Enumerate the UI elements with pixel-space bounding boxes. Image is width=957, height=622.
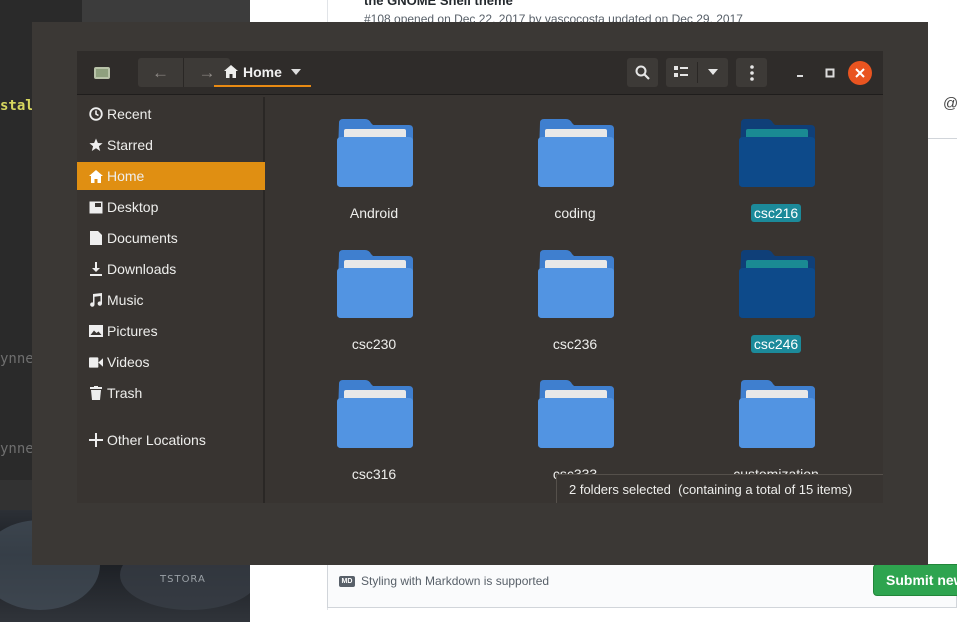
- sidebar-item-music[interactable]: Music: [77, 286, 265, 314]
- folder-icon: [739, 119, 815, 187]
- menu-button[interactable]: [736, 58, 767, 87]
- sidebar-item-label: Pictures: [107, 323, 158, 339]
- video-icon: [89, 355, 103, 369]
- sidebar-item-home[interactable]: Home: [77, 162, 265, 190]
- comment-footer: MD Styling with Markdown is supported Su…: [327, 564, 957, 608]
- issue-title[interactable]: the GNOME Shell theme: [364, 0, 513, 8]
- folder-item-coding[interactable]: coding: [505, 97, 645, 221]
- sidebar-item-starred[interactable]: Starred: [77, 131, 265, 159]
- sidebar-item-label: Videos: [107, 354, 150, 370]
- document-icon: [89, 231, 103, 245]
- close-button[interactable]: [848, 61, 872, 85]
- folder-item-csc230[interactable]: csc230: [304, 228, 444, 352]
- trash-icon: [89, 386, 103, 400]
- clock-icon: [89, 107, 103, 121]
- sidebar-item-desktop[interactable]: Desktop: [77, 193, 265, 221]
- folder-item-android[interactable]: Android: [304, 97, 444, 221]
- download-icon: [89, 262, 103, 276]
- sidebar-item-label: Downloads: [107, 261, 177, 277]
- sidebar-item-label: Desktop: [107, 199, 159, 215]
- folder-grid: Android coding csc216 csc230 csc236 csc2…: [267, 97, 883, 503]
- folder-name: csc236: [552, 336, 598, 352]
- sidebar-item-label: Starred: [107, 137, 153, 153]
- path-label: Home: [243, 63, 282, 80]
- home-icon: [89, 169, 103, 183]
- folder-name: csc216: [750, 204, 802, 222]
- folder-item-csc246[interactable]: csc246: [706, 228, 846, 353]
- picture-icon: [89, 324, 103, 338]
- search-icon: [635, 65, 650, 80]
- arrow-right-icon: →: [198, 62, 216, 82]
- folder-icon: [538, 250, 614, 318]
- sidebar-item-label: Recent: [107, 106, 152, 122]
- sidebar-item-label: Trash: [107, 385, 143, 401]
- minimize-icon: [797, 75, 803, 77]
- arrow-left-icon: ←: [152, 62, 169, 82]
- folder-name: Android: [349, 205, 399, 221]
- sidebar-item-label: Home: [107, 168, 145, 184]
- terminal-line: ynne: [0, 441, 34, 457]
- markdown-icon: MD: [339, 576, 355, 587]
- chevron-down-icon: [708, 69, 718, 75]
- terminal-line: ynne: [0, 351, 34, 367]
- minimize-button[interactable]: [790, 63, 810, 83]
- maximize-button[interactable]: [820, 63, 840, 83]
- list-view-icon: [674, 66, 688, 77]
- markdown-hint[interactable]: Styling with Markdown is supported: [361, 574, 549, 588]
- folder-icon: [739, 250, 815, 318]
- places-sidebar: Recent Starred Home Desktop Documents Do…: [77, 97, 265, 503]
- sidebar-item-label: Documents: [107, 230, 178, 246]
- selection-status-overlay: 2 folders selected (containing a total o…: [556, 474, 883, 503]
- folder-item-csc316[interactable]: csc316: [304, 358, 444, 482]
- folder-name: coding: [554, 205, 596, 221]
- sidebar-item-documents[interactable]: Documents: [77, 224, 265, 252]
- star-icon: [89, 138, 103, 152]
- sidebar-icon: [94, 66, 110, 79]
- folder-icon: [337, 250, 413, 318]
- chevron-down-icon: [290, 68, 301, 75]
- file-manager-window: ← → Home Recent Starred Home Desktop Doc…: [77, 51, 883, 503]
- folder-name: csc230: [351, 336, 397, 352]
- sidebar-item-other-locations[interactable]: Other Locations: [77, 426, 265, 454]
- sidebar-item-pictures[interactable]: Pictures: [77, 317, 265, 345]
- kebab-menu-icon: [749, 64, 754, 81]
- maximize-icon: [825, 68, 835, 78]
- comment-textarea[interactable]: [927, 138, 957, 524]
- view-options-button[interactable]: [666, 58, 728, 87]
- desktop-icon: [89, 200, 103, 214]
- submit-new-issue-button[interactable]: Submit new: [873, 564, 957, 596]
- music-icon: [89, 293, 103, 307]
- folder-name: csc316: [351, 466, 397, 482]
- sidebar-item-trash[interactable]: Trash: [77, 379, 265, 407]
- folder-icon: [538, 119, 614, 187]
- sidebar-item-videos[interactable]: Videos: [77, 348, 265, 376]
- mention-icon[interactable]: @: [943, 95, 957, 112]
- folder-icon: [739, 380, 815, 448]
- folder-item-csc333[interactable]: csc333: [505, 358, 645, 482]
- terminal-line: stal: [0, 98, 34, 114]
- path-bar-home-button[interactable]: Home: [214, 58, 311, 87]
- wallpaper-brand-text: TSTORA: [160, 574, 206, 585]
- sidebar-item-downloads[interactable]: Downloads: [77, 255, 265, 283]
- sidebar-item-recent[interactable]: Recent: [77, 100, 265, 128]
- search-button[interactable]: [627, 58, 658, 87]
- folder-icon: [337, 380, 413, 448]
- folder-item-csc236[interactable]: csc236: [505, 228, 645, 352]
- close-icon: [855, 68, 865, 78]
- folder-item-csc216[interactable]: csc216: [706, 97, 846, 222]
- header-bar: ← → Home: [77, 51, 883, 95]
- sidebar-item-label: Other Locations: [107, 432, 206, 448]
- back-button[interactable]: ←: [138, 58, 184, 87]
- folder-name: csc246: [750, 335, 802, 353]
- sidebar-toggle-button[interactable]: [89, 58, 115, 87]
- plus-icon: [89, 433, 103, 447]
- home-icon: [224, 65, 238, 78]
- terminal-tabbar: [82, 0, 250, 22]
- sidebar-item-label: Music: [107, 292, 144, 308]
- folder-icon: [337, 119, 413, 187]
- folder-icon: [538, 380, 614, 448]
- folder-item-customization[interactable]: customization: [706, 358, 846, 482]
